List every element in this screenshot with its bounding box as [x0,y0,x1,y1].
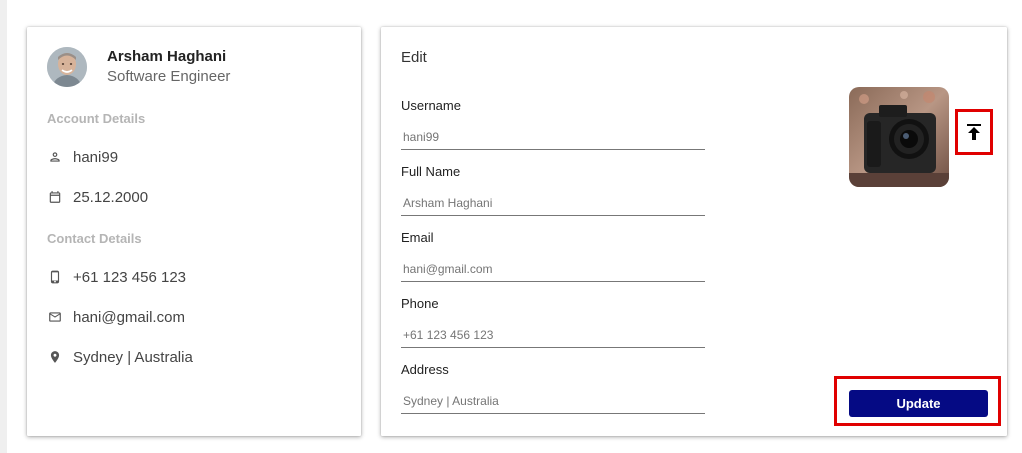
profile-role: Software Engineer [107,68,231,85]
page-edge [0,0,7,453]
location-pin-icon [47,349,63,365]
username-value: hani99 [73,148,119,166]
birthdate-value: 25.12.2000 [73,188,149,206]
phone-label: Phone [401,296,439,311]
phone-input[interactable] [401,322,705,348]
contact-details-title: Contact Details [47,231,142,246]
edit-title: Edit [401,49,427,66]
profile-name: Arsham Haghani [107,48,227,65]
location-value: Sydney | Australia [73,348,193,366]
avatar-image [47,47,87,87]
account-detail-birthdate: 25.12.2000 [47,187,148,207]
phone-icon [47,269,63,285]
calendar-icon [47,189,63,205]
account-detail-username: hani99 [47,147,118,167]
contact-detail-phone: +61 123 456 123 [47,267,186,287]
upload-icon [967,124,981,140]
avatar [47,47,87,87]
profile-card: Arsham Haghani Software Engineer Account… [27,27,361,436]
mail-icon [47,309,63,325]
address-input[interactable] [401,388,705,414]
username-input[interactable] [401,124,705,150]
edit-card: Edit Username Full Name Email Phone Addr… [381,27,1007,436]
email-input[interactable] [401,256,705,282]
upload-photo-button[interactable] [955,109,993,155]
person-icon [47,149,63,165]
username-label: Username [401,98,461,113]
account-details-title: Account Details [47,111,146,126]
full-name-input[interactable] [401,190,705,216]
full-name-label: Full Name [401,164,461,179]
address-label: Address [401,362,449,377]
profile-photo [849,87,949,187]
email-label: Email [401,230,434,245]
update-button[interactable]: Update [849,390,988,417]
camera-photo [849,87,949,187]
email-value: hani@gmail.com [73,308,185,326]
contact-detail-email: hani@gmail.com [47,307,185,327]
phone-value: +61 123 456 123 [73,268,187,286]
contact-detail-location: Sydney | Australia [47,347,193,367]
